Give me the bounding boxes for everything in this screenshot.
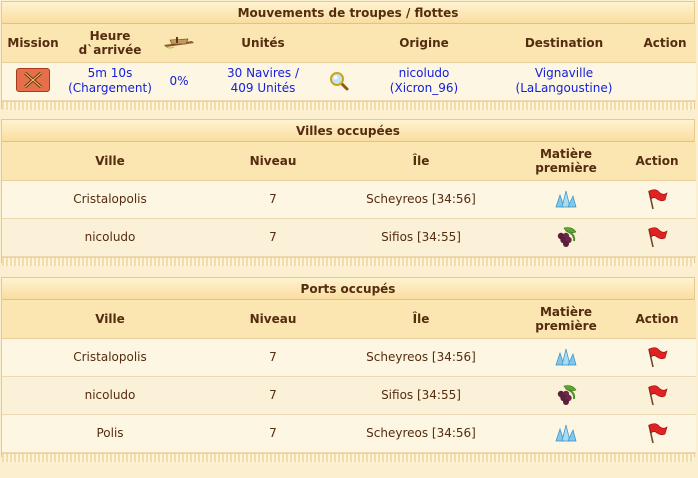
arrival-time: 5m 10s xyxy=(87,66,133,80)
occupied-ports-panel: Ports occupés Ville Niveau Île Matière p… xyxy=(1,277,696,462)
header-city: Ville xyxy=(2,142,218,181)
red-flag-icon[interactable] xyxy=(645,422,669,444)
ship-progress-icon xyxy=(164,37,194,49)
header-progress xyxy=(156,24,202,63)
header-units: Unités xyxy=(202,24,324,63)
wine-icon xyxy=(557,385,577,405)
table-row: nicoludo 7 Sifios [34:55] xyxy=(2,218,696,257)
red-flag-icon[interactable] xyxy=(645,226,669,248)
header-origin: Origine xyxy=(354,24,494,63)
header-city: Ville xyxy=(2,300,218,339)
city-island: Sifios [34:55] xyxy=(328,218,514,257)
city-name: Cristalopolis xyxy=(2,180,218,219)
movements-table: Mission Heure d`arrivée Unités Origine D… xyxy=(2,24,696,101)
header-mission: Mission xyxy=(2,24,64,63)
header-action: Action xyxy=(634,24,696,63)
header-level: Niveau xyxy=(218,300,328,339)
origin-city: nicoludo xyxy=(398,66,450,80)
header-action: Action xyxy=(618,142,696,181)
city-name: nicoludo xyxy=(2,376,218,415)
units-count: 409 Unités xyxy=(230,81,296,95)
destination-player: (LaLangoustine) xyxy=(515,81,613,95)
attack-mission-icon[interactable] xyxy=(16,67,50,92)
city-island: Scheyreos [34:56] xyxy=(328,414,514,453)
city-level: 7 xyxy=(218,414,328,453)
city-name: Cristalopolis xyxy=(2,338,218,377)
city-island: Scheyreos [34:56] xyxy=(328,338,514,377)
red-flag-icon[interactable] xyxy=(645,188,669,210)
wine-icon xyxy=(557,227,577,247)
city-level: 7 xyxy=(218,180,328,219)
city-level: 7 xyxy=(218,218,328,257)
movement-row: 5m 10s (Chargement) 0% 30 Navires / 409 … xyxy=(2,62,696,101)
arrival-status: (Chargement) xyxy=(68,81,152,95)
header-destination: Destination xyxy=(494,24,634,63)
table-row: Cristalopolis 7 Scheyreos [34:56] xyxy=(2,180,696,219)
table-row: Cristalopolis 7 Scheyreos [34:56] xyxy=(2,338,696,377)
movement-progress: 0% xyxy=(156,62,202,101)
occupied-ports-title: Ports occupés xyxy=(2,278,694,300)
magnifier-icon[interactable] xyxy=(329,71,349,91)
table-row: Polis 7 Scheyreos [34:56] xyxy=(2,414,696,453)
occupied-cities-title: Villes occupées xyxy=(2,120,694,142)
movements-panel: Mouvements de troupes / flottes Mission … xyxy=(1,1,696,110)
city-island: Scheyreos [34:56] xyxy=(328,180,514,219)
header-action: Action xyxy=(618,300,696,339)
panel-footer xyxy=(2,256,694,266)
movements-title: Mouvements de troupes / flottes xyxy=(2,2,694,24)
header-level: Niveau xyxy=(218,142,328,181)
city-island: Sifios [34:55] xyxy=(328,376,514,415)
header-island: Île xyxy=(328,300,514,339)
occupied-cities-table: Ville Niveau Île Matière première Action… xyxy=(2,142,696,257)
red-flag-icon[interactable] xyxy=(645,346,669,368)
crystal-icon xyxy=(555,348,577,366)
table-row: nicoludo 7 Sifios [34:55] xyxy=(2,376,696,415)
destination-link[interactable]: Vignaville (LaLangoustine) xyxy=(494,62,634,101)
header-arrival: Heure d`arrivée xyxy=(64,24,156,63)
city-level: 7 xyxy=(218,376,328,415)
units-ships: 30 Navires / xyxy=(226,66,299,80)
city-name: Polis xyxy=(2,414,218,453)
origin-player: (Xicron_96) xyxy=(389,81,459,95)
city-level: 7 xyxy=(218,338,328,377)
header-resource: Matière première xyxy=(514,142,618,181)
header-resource: Matière première xyxy=(514,300,618,339)
occupied-cities-panel: Villes occupées Ville Niveau Île Matière… xyxy=(1,119,696,266)
header-island: Île xyxy=(328,142,514,181)
city-name: nicoludo xyxy=(2,218,218,257)
origin-link[interactable]: nicoludo (Xicron_96) xyxy=(354,62,494,101)
panel-footer xyxy=(2,452,694,462)
crystal-icon xyxy=(555,424,577,442)
crystal-icon xyxy=(555,190,577,208)
occupied-ports-table: Ville Niveau Île Matière première Action… xyxy=(2,300,696,453)
panel-footer xyxy=(2,100,694,110)
destination-city: Vignaville xyxy=(534,66,594,80)
red-flag-icon[interactable] xyxy=(645,384,669,406)
